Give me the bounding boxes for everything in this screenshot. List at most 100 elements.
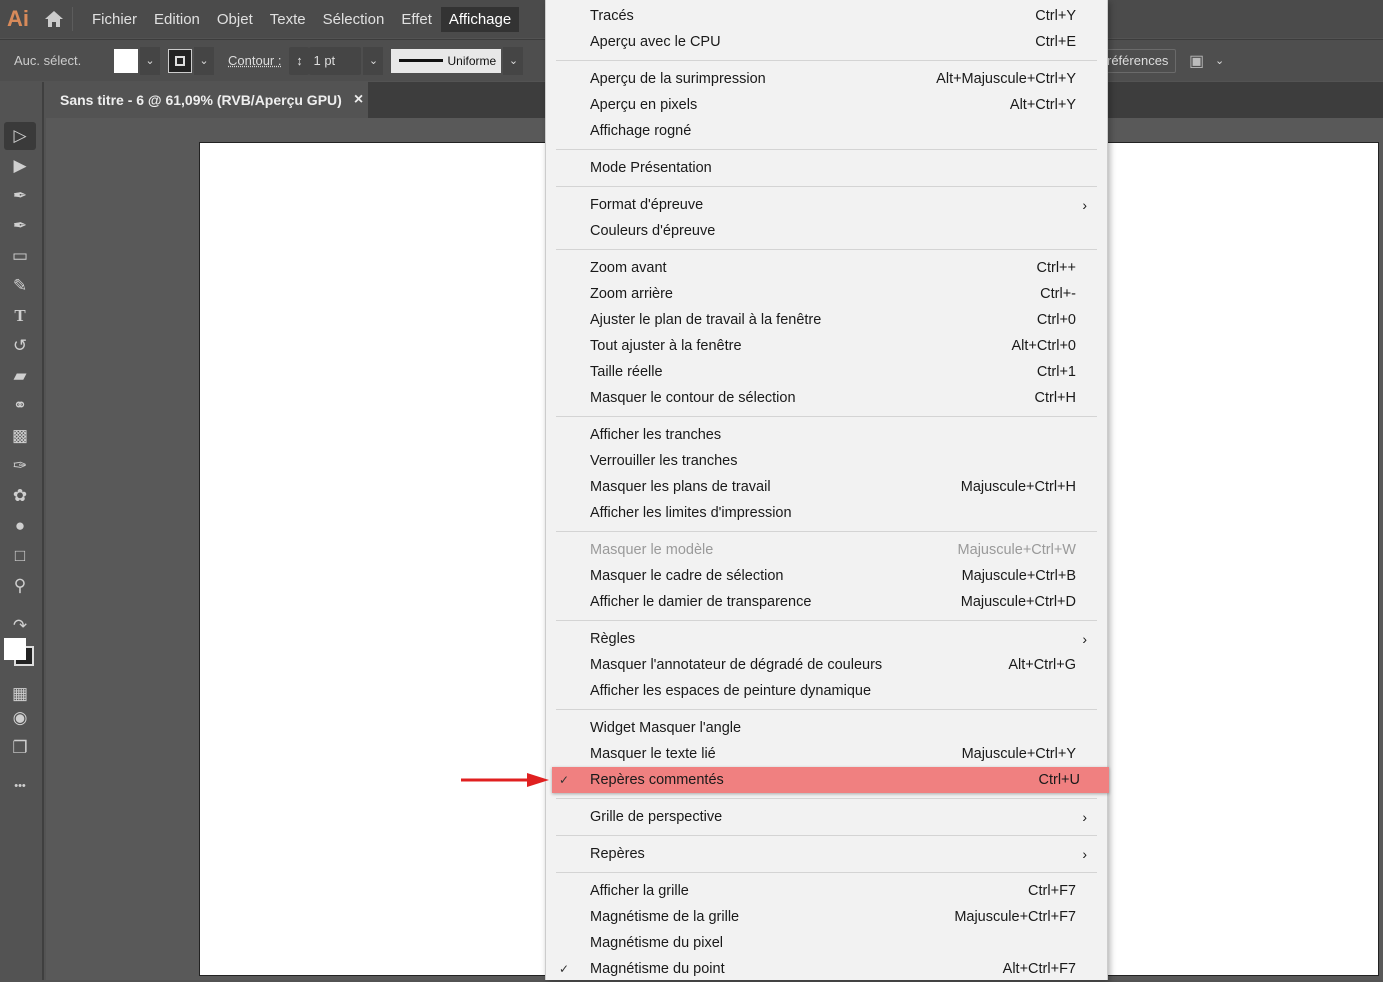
blend-tool-icon[interactable]: ● [4, 512, 36, 540]
close-tab-icon[interactable]: × [354, 91, 363, 109]
menu-item[interactable]: ✓ Repères commentés Ctrl+U [552, 767, 1109, 793]
view-menu-dropdown: Tracés Ctrl+Y Aperçu avec le CPU Ctrl+E Aper… [545, 0, 1109, 982]
fill-stroke-icon[interactable] [4, 638, 36, 672]
menu-item[interactable]: Tracés Ctrl+Y [546, 3, 1107, 29]
menu-item[interactable]: Affichage rogné [546, 118, 1107, 144]
arrange-icon[interactable]: ▣ [1189, 51, 1204, 71]
selection-status: Auc. sélect. [14, 53, 82, 68]
preferences-button[interactable]: références [1100, 48, 1176, 73]
menu-item-label: Repères commentés [590, 772, 724, 788]
checkmark-icon: ✓ [559, 773, 570, 787]
menu-separator [546, 144, 1107, 155]
menu-fichier[interactable]: Fichier [84, 7, 145, 32]
menu-item[interactable]: Afficher la grille Ctrl+F7 [546, 878, 1107, 904]
menu-item-shortcut: Alt+Ctrl+F7 [1002, 961, 1076, 977]
menu-item-label: Masquer l'annotateur de dégradé de coule… [590, 657, 883, 673]
menu-item[interactable]: Masquer le cadre de sélection Majuscule+C… [546, 563, 1107, 589]
puppet-warp-tool-icon[interactable]: ✿ [4, 482, 36, 510]
menu-item-shortcut: Ctrl+E [1035, 34, 1076, 50]
stroke-weight-dropdown[interactable]: ⌄ [363, 46, 384, 75]
menu-item[interactable]: ✓ Magnétisme du point Alt+Ctrl+F7 [546, 956, 1107, 982]
stroke-profile[interactable]: Uniforme [391, 48, 502, 73]
stroke-swatch[interactable] [168, 48, 192, 73]
swap-colors-icon[interactable]: ↷ [4, 612, 36, 640]
shape-builder-tool-icon[interactable]: ⚭ [4, 392, 36, 420]
menu-item-label: Zoom avant [590, 260, 667, 276]
menu-item[interactable]: Aperçu de la surimpression Alt+Majuscule+… [546, 66, 1107, 92]
menu-item[interactable]: Aperçu avec le CPU Ctrl+E [546, 29, 1107, 55]
more-tools-icon[interactable]: ••• [4, 772, 36, 800]
arrange-dropdown[interactable]: ⌄ [1215, 54, 1224, 67]
menu-affichage[interactable]: Affichage [440, 6, 520, 32]
selection-tool-icon[interactable]: ▷ [4, 122, 36, 150]
menu-item-label: Aperçu avec le CPU [590, 34, 721, 50]
document-tab[interactable]: Sans titre - 6 @ 61,09% (RVB/Aperçu GPU)… [48, 82, 368, 118]
menu-item[interactable]: Masquer le texte lié Majuscule+Ctrl+Y [546, 741, 1107, 767]
menu-item[interactable]: Couleurs d'épreuve [546, 218, 1107, 244]
menu-item-label: Aperçu en pixels [590, 97, 698, 113]
menu-item[interactable]: Widget Masquer l'angle [546, 715, 1107, 741]
stroke-stepper[interactable]: ↕ [289, 46, 310, 75]
menu-item[interactable]: Magnétisme du pixel [546, 930, 1107, 956]
submenu-chevron-icon: › [1082, 809, 1087, 825]
menu-item-label: Tracés [590, 8, 634, 24]
fill-swatch[interactable] [114, 48, 138, 73]
menu-item[interactable]: Magnétisme de la grille Majuscule+Ctrl+F7 [546, 904, 1107, 930]
menu-item[interactable]: Afficher les limites d'impression [546, 500, 1107, 526]
menu-item[interactable]: Afficher les espaces de peinture dynamiq… [546, 678, 1107, 704]
home-icon[interactable] [43, 7, 73, 31]
artboard-tool-icon[interactable]: □ [4, 542, 36, 570]
zoom-tool-icon[interactable]: ⚲ [4, 572, 36, 600]
menu-item[interactable]: Ajuster le plan de travail à la fenêtre C… [546, 307, 1107, 333]
menu-item[interactable]: Masquer l'annotateur de dégradé de coule… [546, 652, 1107, 678]
menu-item[interactable]: Verrouiller les tranches [546, 448, 1107, 474]
menu-item-label: Widget Masquer l'angle [590, 720, 742, 736]
menu-item-label: Affichage rogné [590, 123, 692, 139]
draw-mode-icon[interactable]: ◉ [4, 704, 36, 732]
menu-item[interactable]: Zoom avant Ctrl++ [546, 255, 1107, 281]
menu-item[interactable]: Tout ajuster à la fenêtre Alt+Ctrl+0 [546, 333, 1107, 359]
menu-item-label: Format d'épreuve [590, 197, 704, 213]
gradient-tool-icon[interactable]: ▩ [4, 422, 36, 450]
fill-dropdown[interactable]: ⌄ [140, 46, 160, 75]
curvature-tool-icon[interactable]: ✒ [4, 212, 36, 240]
menu-edition[interactable]: Edition [146, 7, 208, 32]
menu-item[interactable]: Afficher le damier de transparence Majusc… [546, 589, 1107, 615]
direct-selection-tool-icon[interactable]: ▶ [4, 152, 36, 180]
stroke-label[interactable]: Contour : [228, 53, 281, 68]
menu-item[interactable]: Grille de perspective › [546, 804, 1107, 830]
type-tool-icon[interactable]: T [4, 302, 36, 330]
paintbrush-tool-icon[interactable]: ✎ [4, 272, 36, 300]
menu-objet[interactable]: Objet [209, 7, 261, 32]
menu-item[interactable]: Taille réelle Ctrl+1 [546, 359, 1107, 385]
menu-effet[interactable]: Effet [393, 7, 440, 32]
document-tab-title: Sans titre - 6 @ 61,09% (RVB/Aperçu GPU) [60, 92, 342, 108]
stroke-weight-input[interactable]: 1 pt [309, 46, 362, 75]
menu-item[interactable]: Masquer les plans de travail Majuscule+Ct… [546, 474, 1107, 500]
menu-item[interactable]: Format d'épreuve › [546, 192, 1107, 218]
menu-item[interactable]: Afficher les tranches [546, 422, 1107, 448]
menu-item[interactable]: Zoom arrière Ctrl+- [546, 281, 1107, 307]
menu-item[interactable]: Règles › [546, 626, 1107, 652]
menu-item-label: Masquer le cadre de sélection [590, 568, 784, 584]
menu-item[interactable]: Mode Présentation [546, 155, 1107, 181]
menu-selection[interactable]: Sélection [315, 7, 393, 32]
eraser-tool-icon[interactable]: ▰ [4, 362, 36, 390]
menu-item-shortcut: Alt+Majuscule+Ctrl+Y [936, 71, 1076, 87]
menu-item-label: Verrouiller les tranches [590, 453, 738, 469]
pen-tool-icon[interactable]: ✒ [4, 182, 36, 210]
rectangle-tool-icon[interactable]: ▭ [4, 242, 36, 270]
screen-mode-icon[interactable]: ❐ [4, 734, 36, 762]
submenu-chevron-icon: › [1082, 197, 1087, 213]
menu-item[interactable]: Repères › [546, 841, 1107, 867]
menu-separator [546, 411, 1107, 422]
profile-dropdown[interactable]: ⌄ [503, 46, 524, 75]
stroke-dropdown[interactable]: ⌄ [194, 46, 214, 75]
menu-item-shortcut: Ctrl+- [1040, 286, 1076, 302]
menu-separator [546, 55, 1107, 66]
menu-item[interactable]: Aperçu en pixels Alt+Ctrl+Y [546, 92, 1107, 118]
rotate-tool-icon[interactable]: ↺ [4, 332, 36, 360]
menu-item[interactable]: Masquer le contour de sélection Ctrl+H [546, 385, 1107, 411]
eyedropper-tool-icon[interactable]: ✑ [4, 452, 36, 480]
menu-texte[interactable]: Texte [262, 7, 314, 32]
